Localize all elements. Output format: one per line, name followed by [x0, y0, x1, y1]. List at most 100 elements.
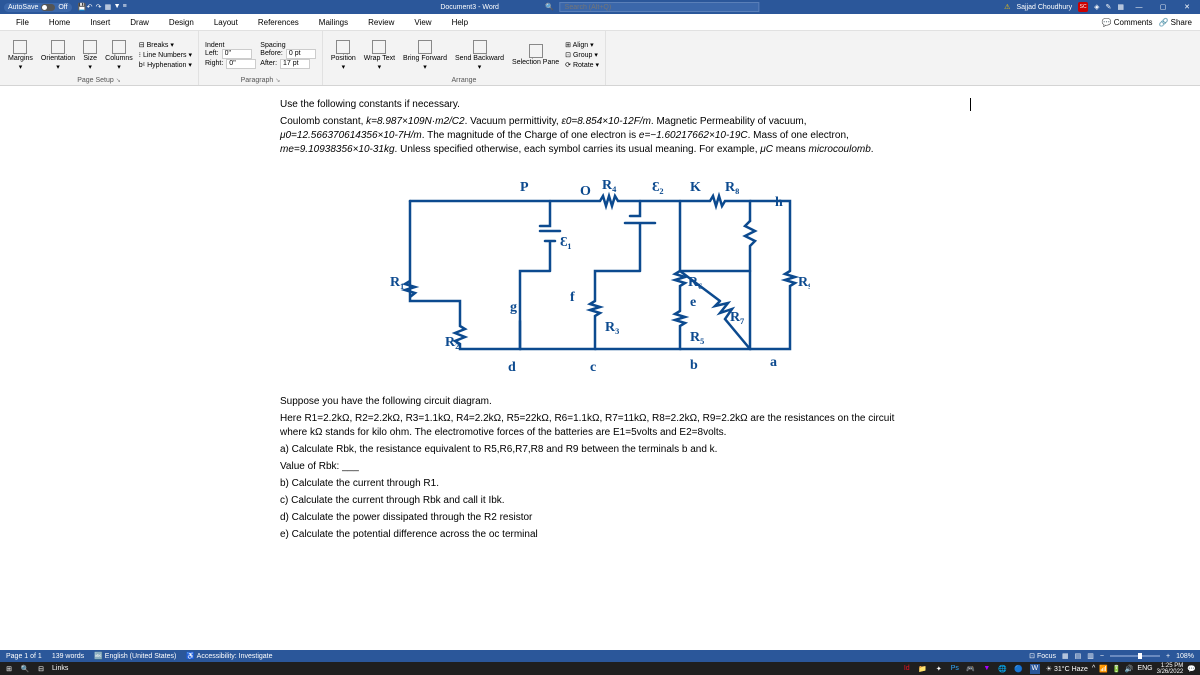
dlg-launcher-icon[interactable]: ↘ [275, 78, 280, 84]
size-button[interactable]: Size▾ [81, 38, 99, 73]
title-bar: AutoSave Off 💾 ↶ ↷ ▦ ▼ ≡ Document3 - Wor… [0, 0, 1200, 14]
taskbar-app-icon[interactable]: ✦ [934, 664, 944, 674]
ribbon-opts-icon[interactable]: ▦ [1117, 3, 1124, 11]
redo-icon[interactable]: ↷ [96, 3, 105, 12]
bring-forward-button[interactable]: Bring Forward▾ [401, 38, 449, 73]
language-indicator[interactable]: 🔤 English (United States) [94, 652, 176, 660]
svg-text:P: P [520, 180, 529, 195]
qa-icon2[interactable]: ▼ [114, 3, 123, 12]
focus-button[interactable]: ⊡ Focus [1029, 652, 1056, 660]
comments-button[interactable]: 💬 Comments [1102, 18, 1153, 27]
maximize-button[interactable]: ▢ [1154, 0, 1172, 14]
undo-icon[interactable]: ↶ [87, 3, 96, 12]
breaks-button[interactable]: ⊟ Breaks ▾ [139, 41, 192, 49]
svg-text:g: g [510, 300, 517, 315]
group-arrange: Position▾ Wrap Text▾ Bring Forward▾ Send… [323, 31, 606, 85]
selection-pane-button[interactable]: Selection Pane [510, 42, 561, 68]
doc-text: Suppose you have the following circuit d… [280, 395, 920, 409]
volume-icon[interactable]: 🔊 [1125, 665, 1134, 673]
tray-chevron-icon[interactable]: ^ [1092, 665, 1095, 672]
document-page: Use the following constants if necessary… [250, 86, 950, 557]
taskbar-app-icon[interactable]: Id [902, 664, 912, 674]
margins-button[interactable]: Margins▾ [6, 38, 35, 73]
indent-left-input[interactable] [222, 49, 252, 59]
page-indicator[interactable]: Page 1 of 1 [6, 653, 42, 660]
tab-help[interactable]: Help [442, 15, 478, 30]
taskbar-app-icon[interactable]: 🔵 [1014, 664, 1024, 674]
qa-more-icon[interactable]: ≡ [123, 3, 132, 12]
tab-draw[interactable]: Draw [120, 15, 159, 30]
spacing-before-input[interactable] [286, 49, 316, 59]
pen-icon[interactable]: ✎ [1106, 3, 1112, 11]
file-explorer-icon[interactable]: 📁 [918, 664, 928, 674]
user-name[interactable]: Sajjad Choudhury [1016, 4, 1072, 11]
zoom-out-icon[interactable]: − [1100, 653, 1104, 660]
clock[interactable]: 1:25 PM 3/26/2022 [1157, 663, 1184, 675]
line-numbers-button[interactable]: ⁝ Line Numbers ▾ [139, 51, 192, 59]
notifications-icon[interactable]: 💬 [1187, 665, 1196, 673]
tab-home[interactable]: Home [39, 15, 80, 30]
doc-text: Coulomb constant, k=8.987×109N·m2/C2. Va… [280, 115, 920, 157]
doc-text: a) Calculate Rbk, the resistance equival… [280, 443, 920, 457]
indent-right-input[interactable] [226, 59, 256, 69]
autosave-toggle[interactable]: AutoSave Off [4, 3, 72, 12]
hyphenation-button[interactable]: bᶜ Hyphenation ▾ [139, 61, 192, 69]
task-view-icon[interactable]: ⊟ [36, 664, 46, 674]
tab-references[interactable]: References [248, 15, 309, 30]
view-read-icon[interactable]: ▦ [1062, 652, 1069, 660]
ribbon-tabs: File Home Insert Draw Design Layout Refe… [0, 14, 1200, 31]
tab-insert[interactable]: Insert [80, 15, 120, 30]
tab-file[interactable]: File [6, 15, 39, 30]
chrome-icon[interactable]: 🌐 [998, 664, 1008, 674]
svg-text:R₅: R₅ [690, 330, 704, 345]
zoom-slider[interactable] [1110, 655, 1160, 657]
group-button[interactable]: ⊡ Group ▾ [565, 51, 599, 59]
tab-view[interactable]: View [404, 15, 441, 30]
accessibility-indicator[interactable]: ♿ Accessibility: Investigate [186, 652, 272, 660]
taskbar-links[interactable]: Links [52, 665, 68, 672]
tab-design[interactable]: Design [159, 15, 204, 30]
qa-icon[interactable]: ▦ [105, 3, 114, 12]
svg-text:Ɛ₂: Ɛ₂ [652, 180, 664, 195]
search-input[interactable] [560, 2, 760, 12]
document-area[interactable]: Use the following constants if necessary… [0, 86, 1200, 650]
tab-review[interactable]: Review [358, 15, 404, 30]
view-web-icon[interactable]: ▥ [1087, 652, 1094, 660]
weather-widget[interactable]: ☀ 31°C Haze [1046, 665, 1088, 673]
share-button[interactable]: 🔗 Share [1158, 18, 1192, 27]
rotate-button[interactable]: ⟳ Rotate ▾ [565, 61, 599, 69]
spacing-after-input[interactable] [280, 59, 310, 69]
dlg-launcher-icon[interactable]: ↘ [116, 78, 121, 84]
word-count[interactable]: 139 words [52, 653, 84, 660]
doc-text: b) Calculate the current through R1. [280, 477, 920, 491]
diamond-icon[interactable]: ◈ [1094, 3, 1099, 11]
taskbar-app-icon[interactable]: ▼ [982, 664, 992, 674]
steam-icon[interactable]: 🎮 [966, 664, 976, 674]
user-avatar[interactable]: SC [1078, 2, 1088, 12]
zoom-level[interactable]: 108% [1176, 653, 1194, 660]
svg-text:h: h [775, 195, 783, 210]
tab-mailings[interactable]: Mailings [309, 15, 358, 30]
columns-button[interactable]: Columns▾ [103, 38, 135, 73]
orientation-button[interactable]: Orientation▾ [39, 38, 77, 73]
align-button[interactable]: ⊞ Align ▾ [565, 41, 599, 49]
wrap-text-button[interactable]: Wrap Text▾ [362, 38, 397, 73]
send-backward-button[interactable]: Send Backward▾ [453, 38, 506, 73]
zoom-in-icon[interactable]: + [1166, 653, 1170, 660]
start-button[interactable]: ⊞ [4, 664, 14, 674]
close-button[interactable]: ✕ [1178, 0, 1196, 14]
tab-layout[interactable]: Layout [204, 15, 248, 30]
warning-icon[interactable]: ⚠ [1004, 3, 1010, 11]
position-button[interactable]: Position▾ [329, 38, 358, 73]
battery-icon[interactable]: 🔋 [1112, 665, 1121, 673]
search-icon[interactable]: 🔍 [20, 664, 30, 674]
minimize-button[interactable]: — [1130, 0, 1148, 14]
circuit-diagram: R₁ R₂ R₃ R₄ R₅ R₆ R₇ R₈ R₉ Ɛ₁ Ɛ₂ P O K h… [390, 171, 810, 381]
wifi-icon[interactable]: 📶 [1099, 665, 1108, 673]
save-icon[interactable]: 💾 [78, 3, 87, 12]
toggle-icon [41, 4, 55, 11]
photoshop-icon[interactable]: Ps [950, 664, 960, 674]
language-indicator[interactable]: ENG [1137, 665, 1152, 672]
view-print-icon[interactable]: ▤ [1075, 652, 1082, 660]
word-icon[interactable]: W [1030, 664, 1040, 674]
